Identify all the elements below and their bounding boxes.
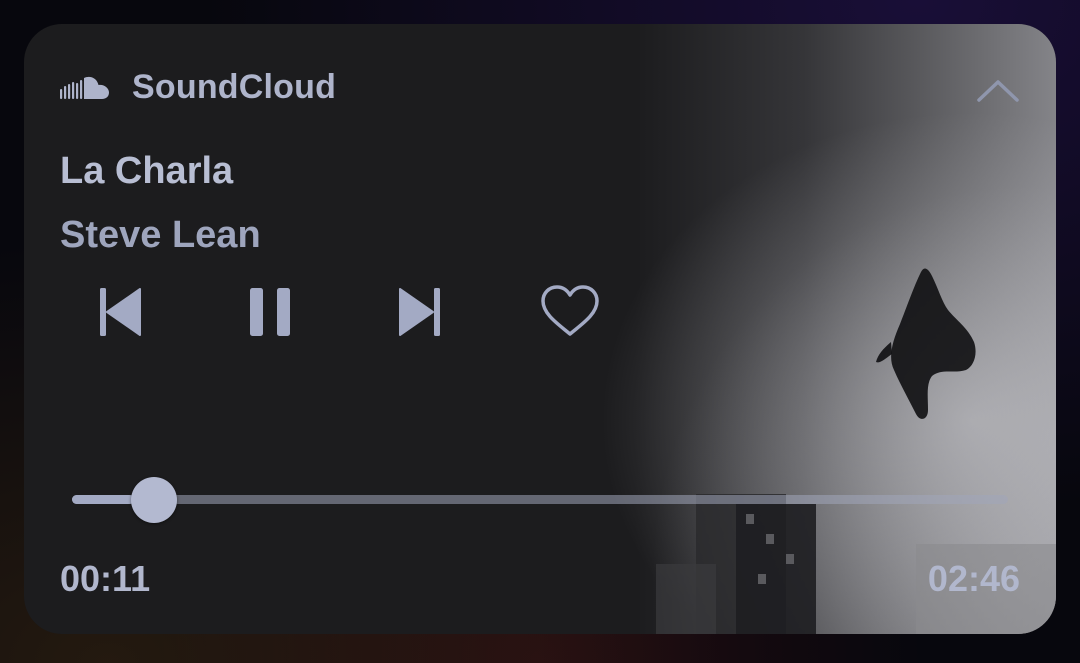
soundcloud-logo-icon [60, 76, 109, 99]
like-button[interactable] [540, 282, 600, 342]
total-duration: 02:46 [927, 558, 1020, 599]
track-title: La Charla [60, 150, 234, 192]
previous-button[interactable] [90, 282, 150, 342]
progress-fill [72, 495, 134, 504]
pause-icon [250, 288, 290, 336]
app-name: SoundCloud [132, 68, 337, 106]
progress-bar[interactable] [72, 495, 1008, 504]
skip-next-icon [399, 288, 440, 336]
elapsed-time: 00:11 [60, 558, 151, 599]
track-artist: Steve Lean [60, 214, 261, 256]
collapse-button[interactable] [976, 76, 1020, 104]
skip-previous-icon [100, 288, 141, 336]
app-header: SoundCloud [60, 68, 336, 107]
heart-outline-icon [541, 285, 599, 336]
pause-button[interactable] [240, 282, 300, 342]
progress-thumb[interactable] [130, 477, 177, 523]
chevron-up-icon [977, 80, 1019, 102]
next-button[interactable] [390, 282, 450, 342]
media-player-widget: SoundCloud La Charla Steve Lean 00:11 02… [24, 24, 1056, 634]
